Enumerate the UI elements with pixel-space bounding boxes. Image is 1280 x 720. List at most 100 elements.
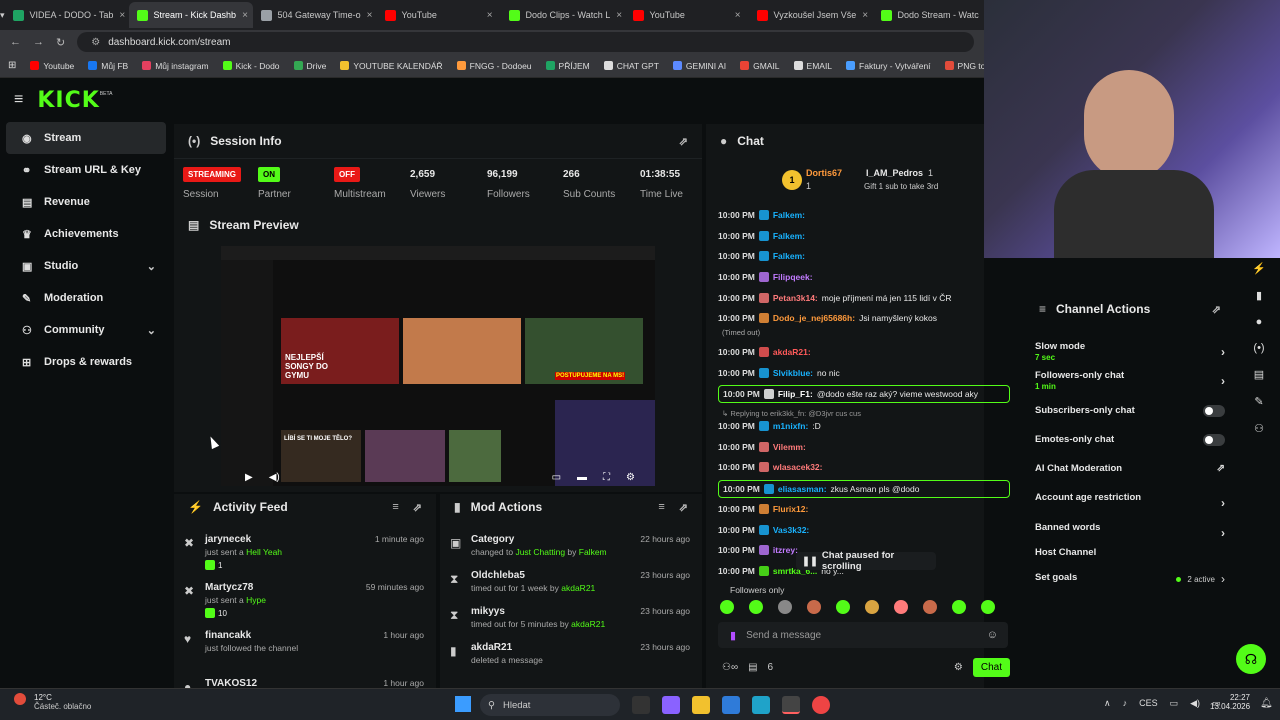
close-tab-icon[interactable]: ×	[487, 10, 493, 21]
microphone-icon[interactable]: ♪	[1123, 698, 1128, 709]
add-widget-icon[interactable]: ⚇	[1254, 422, 1264, 435]
chat-message[interactable]: 10:00 PM m1nixfn::D	[718, 418, 1010, 434]
chrome-icon[interactable]	[812, 696, 830, 714]
chat-message[interactable]: 10:00 PM Filipqeek:	[718, 269, 1010, 285]
chat-message[interactable]: 10:00 PM Vilemm:	[718, 439, 1010, 455]
bookmark-item[interactable]: GEMINI AI	[672, 61, 726, 71]
channel-action-ai-chat-moderation[interactable]: AI Chat Moderation ⇗	[1035, 463, 1225, 474]
chat-message[interactable]: 10:00 PM eliasasman: zkus Asman pls @dodo	[718, 480, 1010, 498]
browser-tab[interactable]: VIDEA - DODO - Tab ×	[5, 2, 129, 28]
url-input[interactable]: ⚙ dashboard.kick.com/stream	[77, 32, 974, 52]
channel-action-banned-words[interactable]: Banned words ›	[1035, 522, 1225, 540]
close-tab-icon[interactable]: ×	[616, 10, 622, 21]
chat-message[interactable]: 10:00 PM Falkem:	[718, 248, 1010, 264]
chevron-down-icon[interactable]: ⌄	[147, 324, 156, 337]
browser-tab[interactable]: YouTube ×	[625, 2, 749, 28]
toggle-switch[interactable]	[1203, 405, 1225, 417]
gifter-1-name[interactable]: Dortis67	[806, 168, 842, 178]
document-icon[interactable]: ▮	[1256, 289, 1262, 302]
chat-message[interactable]: 10:00 PM Slvikblue: no nic	[718, 365, 1010, 381]
channel-action-host-channel[interactable]: Host Channel	[1035, 547, 1225, 558]
copilot-icon[interactable]	[662, 696, 680, 714]
reload-icon[interactable]: ↻	[56, 36, 65, 49]
emote-icon[interactable]	[778, 600, 792, 614]
file-explorer-icon[interactable]	[692, 696, 710, 714]
emote-icon[interactable]	[865, 600, 879, 614]
emote-icon[interactable]	[952, 600, 966, 614]
site-info-icon[interactable]: ⚙	[91, 37, 100, 48]
sidebar-item-drops-rewards[interactable]: ⊞ Drops & rewards	[6, 346, 166, 378]
apps-grid-icon[interactable]: ⊞	[8, 60, 16, 71]
chevron-right-icon[interactable]: ›	[1221, 345, 1225, 359]
browser-tab[interactable]: 504 Gateway Time-o ×	[253, 2, 377, 28]
chat-message[interactable]: (Timed out)	[718, 324, 1010, 340]
emote-icon[interactable]	[923, 600, 937, 614]
emote-icon[interactable]	[749, 600, 763, 614]
bookmark-item[interactable]: Youtube	[30, 61, 74, 71]
taskbar-search[interactable]: ⚲ Hledat	[480, 694, 620, 716]
close-tab-icon[interactable]: ×	[367, 10, 373, 21]
chat-input[interactable]: ▮ Send a message ☺	[718, 622, 1008, 648]
broadcast-icon[interactable]: (•)	[1253, 342, 1264, 354]
close-tab-icon[interactable]: ×	[735, 10, 741, 21]
hamburger-menu-icon[interactable]: ≡	[14, 91, 23, 109]
external-link-icon[interactable]: ⇗	[1217, 463, 1225, 474]
theater-icon[interactable]: ▬	[577, 472, 587, 483]
filter-icon[interactable]: ≡	[658, 501, 664, 514]
bookmark-item[interactable]: Faktury - Vytváření	[846, 61, 931, 71]
chat-message[interactable]: 10:00 PM Falkem:	[718, 228, 1010, 244]
bookmark-item[interactable]: FNGG - Dodoeu	[456, 61, 532, 71]
emoji-icon[interactable]: ☺	[987, 629, 998, 641]
chat-message[interactable]: 10:00 PM Flurix12:	[718, 501, 1010, 517]
channel-action-subscribers-only-chat[interactable]: Subscribers-only chat	[1035, 405, 1225, 417]
chat-paused-banner[interactable]: ❚❚ Chat paused for scrolling	[796, 550, 936, 572]
bookmark-item[interactable]: Můj FB	[88, 61, 128, 71]
wrench-icon[interactable]: ✎	[1254, 395, 1263, 408]
edge-icon[interactable]	[752, 696, 770, 714]
sidebar-item-studio[interactable]: ▣ Studio ⌄	[6, 250, 166, 282]
bookmark-item[interactable]: Drive	[293, 61, 326, 71]
bookmark-item[interactable]: PNG to PDF	[944, 61, 984, 71]
chevron-right-icon[interactable]: ›	[1221, 374, 1225, 388]
volume-icon[interactable]: ◀)	[269, 472, 280, 483]
browser-tab[interactable]: Stream - Kick Dashb ×	[128, 2, 253, 28]
emote-icon[interactable]	[894, 600, 908, 614]
toggle-switch[interactable]	[1203, 434, 1225, 446]
chevron-down-icon[interactable]: ⌄	[147, 260, 156, 273]
gift-icon[interactable]: ▤	[748, 662, 757, 673]
weather-widget[interactable]: 12°C Částeč. oblačno	[14, 693, 91, 711]
emote-icon[interactable]	[807, 600, 821, 614]
back-icon[interactable]: ←	[10, 36, 21, 48]
browser-tab[interactable]: Dodo Stream - Watc×	[873, 2, 997, 28]
tray-chevron-icon[interactable]: ∧	[1104, 698, 1111, 709]
notification-bell-icon[interactable]: 🔔︎	[1260, 698, 1273, 709]
chat-message[interactable]: 10:00 PM Petan3k14: moje příjmení má jen 1…	[718, 290, 1010, 306]
network-icon[interactable]: ▭	[1170, 698, 1179, 709]
chat-message[interactable]: 10:00 PM wlasacek32:	[718, 459, 1010, 475]
browser-tab[interactable]: YouTube ×	[377, 2, 501, 28]
chat-identity-icon[interactable]: ▮	[730, 629, 736, 642]
chat-message[interactable]: 10:00 PM Vas3k32:	[718, 522, 1010, 538]
emote-icon[interactable]	[720, 600, 734, 614]
browser-tab[interactable]: Dodo Clips - Watch L ×	[501, 2, 625, 28]
popout-icon[interactable]: ⇗	[679, 501, 688, 514]
chat-message[interactable]: 10:00 PM akdaR21:	[718, 344, 1010, 360]
filter-icon[interactable]: ≡	[392, 501, 398, 514]
emote-icon[interactable]	[981, 600, 995, 614]
close-tab-icon[interactable]: ×	[862, 10, 868, 21]
bookmark-item[interactable]: EMAIL	[793, 61, 832, 71]
chat-message[interactable]: 10:00 PM Filip_F1: @dodo ešte raz aký? vie…	[718, 385, 1010, 403]
fullscreen-icon[interactable]: ⛶	[603, 472, 610, 483]
windows-start-icon[interactable]	[455, 696, 471, 712]
gift-sub-prompt[interactable]: Gift 1 sub to take 3rd	[864, 182, 938, 191]
channel-action-set-goals[interactable]: Set goals 2 active ›	[1035, 572, 1225, 586]
chevron-right-icon[interactable]: ›	[1221, 496, 1225, 510]
close-tab-icon[interactable]: ×	[119, 10, 125, 21]
send-chat-button[interactable]: Chat	[972, 657, 1010, 677]
chevron-right-icon[interactable]: ›	[1221, 572, 1225, 586]
forward-icon[interactable]: →	[33, 36, 44, 48]
bookmark-item[interactable]: GMAIL	[740, 61, 780, 71]
chevron-right-icon[interactable]: ›	[1221, 526, 1225, 540]
chat-icon[interactable]: ●	[1256, 316, 1263, 328]
chat-settings-icon[interactable]: ⚙	[954, 662, 963, 673]
